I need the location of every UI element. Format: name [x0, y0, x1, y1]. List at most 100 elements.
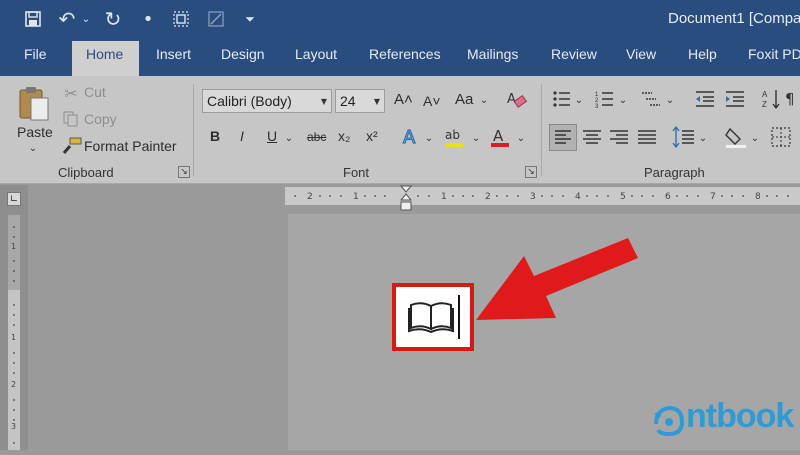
align-center-icon[interactable]: [581, 126, 603, 148]
copy-icon[interactable]: [62, 110, 80, 128]
group-separator: [193, 84, 194, 176]
shading-dropdown-icon[interactable]: ⌄: [750, 132, 760, 144]
tab-review[interactable]: Review: [551, 46, 597, 62]
increase-indent-icon[interactable]: [724, 89, 746, 109]
tab-view[interactable]: View: [626, 46, 656, 62]
justify-icon[interactable]: [636, 126, 658, 148]
svg-text:2: 2: [485, 192, 491, 202]
bullet-dot-icon[interactable]: •: [140, 8, 156, 30]
decrease-indent-icon[interactable]: [694, 89, 716, 109]
paste-icon[interactable]: [16, 84, 52, 124]
borders-icon[interactable]: [770, 126, 792, 148]
cut-button[interactable]: Cut: [84, 84, 106, 100]
tab-selector-icon[interactable]: ∟: [7, 192, 21, 206]
clipboard-launcher-icon[interactable]: ↘: [178, 166, 190, 178]
grow-font-button[interactable]: A˄: [394, 91, 413, 108]
svg-text:1: 1: [353, 192, 359, 202]
paste-dropdown-icon[interactable]: ⌄: [27, 142, 39, 154]
text-effects-dropdown-icon[interactable]: ⌄: [423, 132, 435, 144]
copy-button[interactable]: Copy: [84, 111, 117, 127]
svg-text:7: 7: [710, 192, 716, 202]
numbering-dropdown-icon[interactable]: ⌄: [618, 94, 628, 106]
shading-icon[interactable]: [724, 125, 748, 149]
tab-help[interactable]: Help: [688, 46, 717, 62]
multilevel-list-icon[interactable]: [640, 89, 662, 109]
paragraph-mark-icon[interactable]: ¶: [784, 88, 800, 110]
subscript-button[interactable]: x₂: [338, 128, 350, 144]
tab-foxit-pdf[interactable]: Foxit PD: [748, 46, 800, 62]
brand-logo-icon: [652, 400, 686, 440]
shrink-font-button[interactable]: A˅: [423, 93, 441, 109]
svg-text:3: 3: [11, 422, 16, 431]
tab-home[interactable]: Home: [86, 46, 123, 62]
italic-button[interactable]: I: [240, 128, 244, 144]
sort-icon[interactable]: AZ: [762, 88, 782, 110]
strikethrough-button[interactable]: abc: [307, 130, 326, 144]
clear-formatting-icon[interactable]: A: [506, 89, 528, 111]
multilevel-dropdown-icon[interactable]: ⌄: [665, 94, 675, 106]
tab-layout[interactable]: Layout: [295, 46, 337, 62]
format-icon[interactable]: [205, 8, 227, 30]
scissors-icon[interactable]: ✂: [62, 84, 80, 103]
customize-toolbar-icon[interactable]: ⏷: [242, 8, 258, 30]
font-family-select[interactable]: Calibri (Body): [202, 89, 332, 113]
indent-marker-icon[interactable]: [399, 185, 413, 213]
change-case-dropdown-icon[interactable]: ⌄: [478, 94, 490, 106]
svg-text:1: 1: [441, 192, 447, 202]
change-case-button[interactable]: Aa: [455, 91, 473, 108]
line-spacing-icon[interactable]: [672, 125, 696, 149]
paintbrush-icon[interactable]: [62, 137, 82, 155]
bullets-icon[interactable]: [552, 89, 572, 109]
superscript-button[interactable]: x²: [366, 128, 378, 144]
font-launcher-icon[interactable]: ↘: [525, 166, 537, 178]
highlight-color-icon[interactable]: ab: [443, 125, 467, 149]
svg-text:ab: ab: [445, 128, 460, 142]
bold-button[interactable]: B: [210, 128, 220, 144]
bullets-dropdown-icon[interactable]: ⌄: [574, 94, 584, 106]
svg-text:A: A: [507, 92, 516, 107]
vertical-ruler[interactable]: 1 1 2 3: [8, 215, 20, 450]
svg-text:A: A: [493, 127, 504, 145]
red-arrow-annotation: [470, 236, 640, 336]
font-size-dropdown-icon[interactable]: ▼: [371, 95, 383, 107]
paste-button[interactable]: Paste: [17, 124, 53, 140]
text-effects-icon[interactable]: A: [400, 125, 422, 149]
redo-icon[interactable]: ↻: [102, 7, 124, 31]
underline-dropdown-icon[interactable]: ⌄: [283, 132, 295, 144]
highlight-dropdown-icon[interactable]: ⌄: [470, 132, 482, 144]
save-icon[interactable]: [22, 8, 44, 30]
svg-text:A: A: [762, 90, 768, 99]
select-object-icon[interactable]: [170, 8, 192, 30]
svg-text:1: 1: [11, 242, 16, 251]
document-title: Document1 [Compat: [668, 10, 800, 27]
horizontal-ruler[interactable]: 2 1 1 2 3 4 5 6 7 8: [285, 187, 800, 205]
underline-button[interactable]: U: [267, 128, 277, 144]
format-painter-button[interactable]: Format Painter: [84, 138, 177, 154]
font-group-label: Font: [343, 165, 370, 180]
tab-file[interactable]: File: [24, 46, 47, 62]
font-color-icon[interactable]: A: [489, 125, 511, 149]
tab-design[interactable]: Design: [221, 46, 265, 62]
svg-text:Z: Z: [762, 100, 767, 109]
tab-insert[interactable]: Insert: [156, 46, 191, 62]
clipboard-group-label: Clipboard: [58, 165, 114, 180]
undo-dropdown-icon[interactable]: ⌄: [80, 8, 92, 30]
align-left-button[interactable]: [549, 124, 577, 151]
svg-text:3: 3: [595, 104, 599, 109]
group-separator: [541, 84, 542, 176]
numbering-icon[interactable]: 123: [595, 89, 615, 110]
paragraph-group-label: Paragraph: [644, 165, 705, 180]
open-book-icon[interactable]: [408, 297, 456, 337]
svg-text:5: 5: [620, 192, 626, 202]
tab-references[interactable]: References: [369, 46, 441, 62]
svg-text:¶: ¶: [785, 90, 795, 108]
svg-text:4: 4: [575, 192, 581, 202]
font-color-dropdown-icon[interactable]: ⌄: [515, 132, 527, 144]
font-family-dropdown-icon[interactable]: ▼: [318, 95, 330, 107]
tab-mailings[interactable]: Mailings: [467, 46, 518, 62]
symbol-highlight-box: [392, 283, 474, 351]
undo-icon[interactable]: ↶: [56, 7, 78, 31]
line-spacing-dropdown-icon[interactable]: ⌄: [698, 132, 708, 144]
align-right-icon[interactable]: [608, 126, 630, 148]
svg-text:1: 1: [11, 333, 16, 342]
